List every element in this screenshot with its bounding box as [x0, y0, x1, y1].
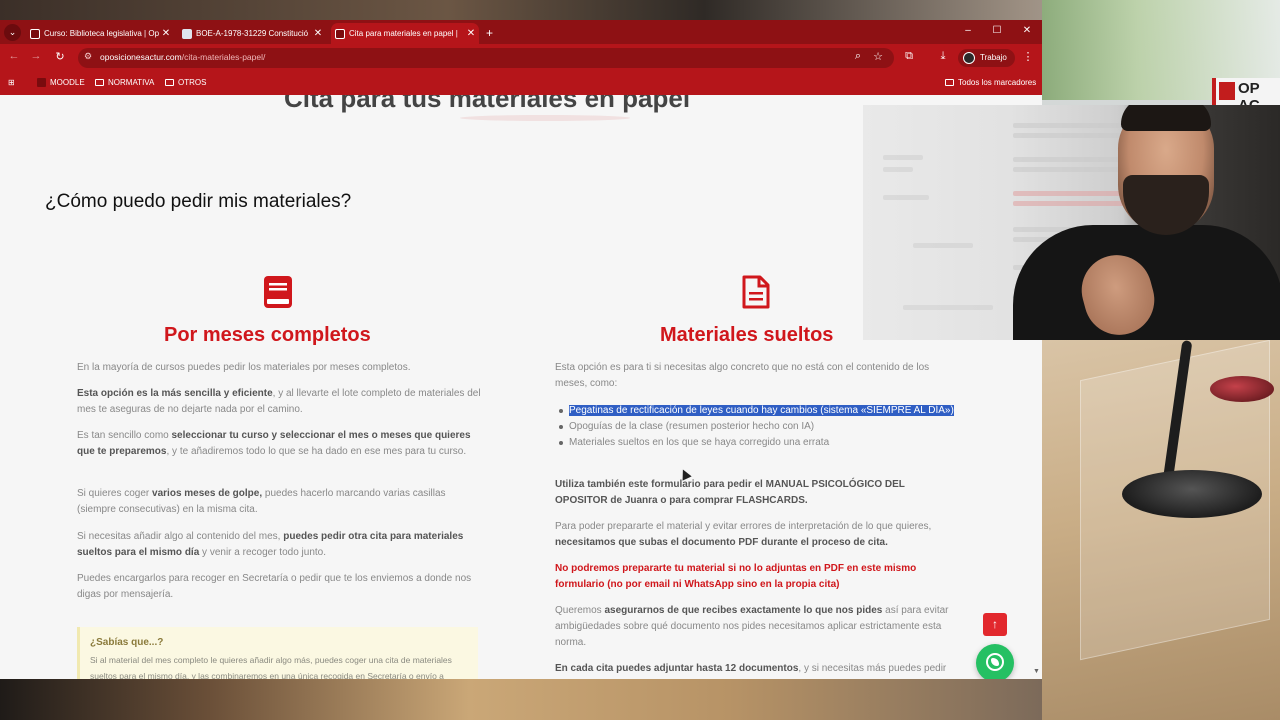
maximize-icon[interactable]: ☐: [990, 25, 1004, 36]
tab-biblioteca[interactable]: Curso: Biblioteca legislativa | Op ✕: [26, 23, 174, 44]
minimize-icon[interactable]: –: [961, 25, 975, 36]
left-para-sencillo: Es tan sencillo como seleccionar tu curs…: [77, 430, 471, 457]
folder-icon: [165, 79, 174, 86]
left-para-varios-meses: Si quieres coger varios meses de golpe, …: [77, 488, 446, 515]
address-bar[interactable]: ⚙ oposicionesactur.com/cita-materiales-p…: [78, 48, 894, 68]
bookmarks-bar: ⊞ MOODLE NORMATIVA OTROS Todos los marca…: [0, 72, 1042, 95]
folder-icon: [95, 79, 104, 86]
close-tab-icon[interactable]: ✕: [465, 23, 477, 44]
left-para-anadir: Si necesitas añadir algo al contenido de…: [77, 531, 464, 558]
bookmark-moodle[interactable]: MOODLE: [37, 78, 85, 87]
list-item: Pegatinas de rectificación de leyes cuan…: [559, 403, 959, 419]
hero-underline: [460, 115, 630, 121]
extensions-icon[interactable]: ⧉: [901, 50, 917, 63]
webcam-overlay: [863, 105, 1280, 340]
tab-cita-materiales[interactable]: Cita para materiales en papel | ✕: [331, 23, 479, 44]
left-para-eficiente: Esta opción es la más sencilla y eficien…: [77, 388, 481, 415]
microphone-base: [1122, 470, 1262, 518]
tip-box: ¿Sabías que...? Si al material del mes c…: [77, 627, 478, 679]
browser-toolbar: ← → ↻ ⚙ oposicionesactur.com/cita-materi…: [0, 44, 1042, 72]
forward-icon[interactable]: →: [28, 50, 44, 62]
back-icon[interactable]: ←: [6, 50, 22, 62]
tab-search-icon[interactable]: ⌄: [4, 24, 21, 41]
site-favicon-icon: [30, 29, 40, 39]
new-tab-icon[interactable]: +: [486, 23, 493, 43]
right-para-documentos: En cada cita puedes adjuntar hasta 12 do…: [555, 663, 947, 674]
arrow-up-icon[interactable]: ↑: [983, 613, 1007, 636]
url-text: oposicionesactur.com/cita-materiales-pap…: [100, 52, 266, 62]
tip-title: ¿Sabías que...?: [90, 637, 164, 648]
section-title: ¿Cómo puedo pedir mis materiales?: [45, 191, 352, 212]
right-intro: Esta opción es para ti si necesitas algo…: [555, 362, 930, 389]
folder-icon: [945, 79, 954, 86]
profile-avatar-icon: [963, 52, 975, 64]
bookmark-normativa[interactable]: NORMATIVA: [95, 78, 154, 87]
bookmark-star-icon[interactable]: ☆: [870, 50, 886, 63]
column-title-meses: Por meses completos: [164, 324, 371, 346]
site-favicon-icon: [335, 29, 345, 39]
apps-grid-icon[interactable]: ⊞: [8, 78, 15, 87]
tab-boe[interactable]: BOE-A-1978-31229 Constitució ✕: [178, 23, 326, 44]
column-title-sueltos: Materiales sueltos: [660, 324, 834, 346]
tip-text: Si al material del mes completo le quier…: [90, 655, 452, 679]
book-icon: [264, 276, 292, 308]
right-para-asegurar: Queremos asegurarnos de que recibes exac…: [555, 605, 949, 648]
document-icon: [742, 275, 770, 309]
site-info-icon[interactable]: ⚙: [84, 51, 92, 62]
whatsapp-icon[interactable]: [976, 644, 1014, 679]
close-window-icon[interactable]: ✕: [1020, 25, 1034, 36]
right-para-manual: Utiliza también este formulario para ped…: [555, 479, 905, 506]
profile-button[interactable]: Trabajo: [958, 49, 1015, 67]
boe-favicon-icon: [182, 29, 192, 39]
reload-icon[interactable]: ↻: [52, 50, 68, 63]
left-intro: En la mayoría de cursos puedes pedir los…: [77, 362, 411, 373]
all-bookmarks[interactable]: Todos los marcadores: [945, 78, 1036, 87]
scene-floor: [0, 679, 1042, 720]
right-para-pdf: Para poder prepararte el material y evit…: [555, 521, 932, 548]
tab-strip: ⌄ Curso: Biblioteca legislativa | Op ✕ B…: [0, 20, 1042, 44]
mouse-device: [1210, 376, 1274, 402]
academy-logo: OP AC: [1212, 78, 1280, 108]
download-icon[interactable]: ⤓: [935, 50, 951, 63]
close-tab-icon[interactable]: ✕: [312, 23, 324, 44]
list-item: Opoguías de la clase (resumen posterior …: [559, 419, 959, 435]
moodle-favicon-icon: [37, 78, 46, 87]
materials-list: Pegatinas de rectificación de leyes cuan…: [559, 403, 959, 451]
scrollbar-down-icon[interactable]: ▼: [1033, 668, 1040, 675]
close-tab-icon[interactable]: ✕: [160, 23, 172, 44]
left-para-secretaria: Puedes encargarlos para recoger en Secre…: [77, 573, 472, 600]
right-warning: No podremos prepararte tu material si no…: [555, 563, 917, 590]
webcam-reflection: [873, 115, 1013, 325]
list-item: Materiales sueltos en los que se haya co…: [559, 435, 959, 451]
zoom-icon[interactable]: ⌕: [850, 50, 866, 63]
presenter-hair: [1121, 105, 1211, 131]
hero-title: Cita para tus materiales en papel: [284, 95, 691, 113]
menu-kebab-icon[interactable]: ⋮: [1020, 50, 1036, 63]
bookmark-otros[interactable]: OTROS: [165, 78, 206, 87]
